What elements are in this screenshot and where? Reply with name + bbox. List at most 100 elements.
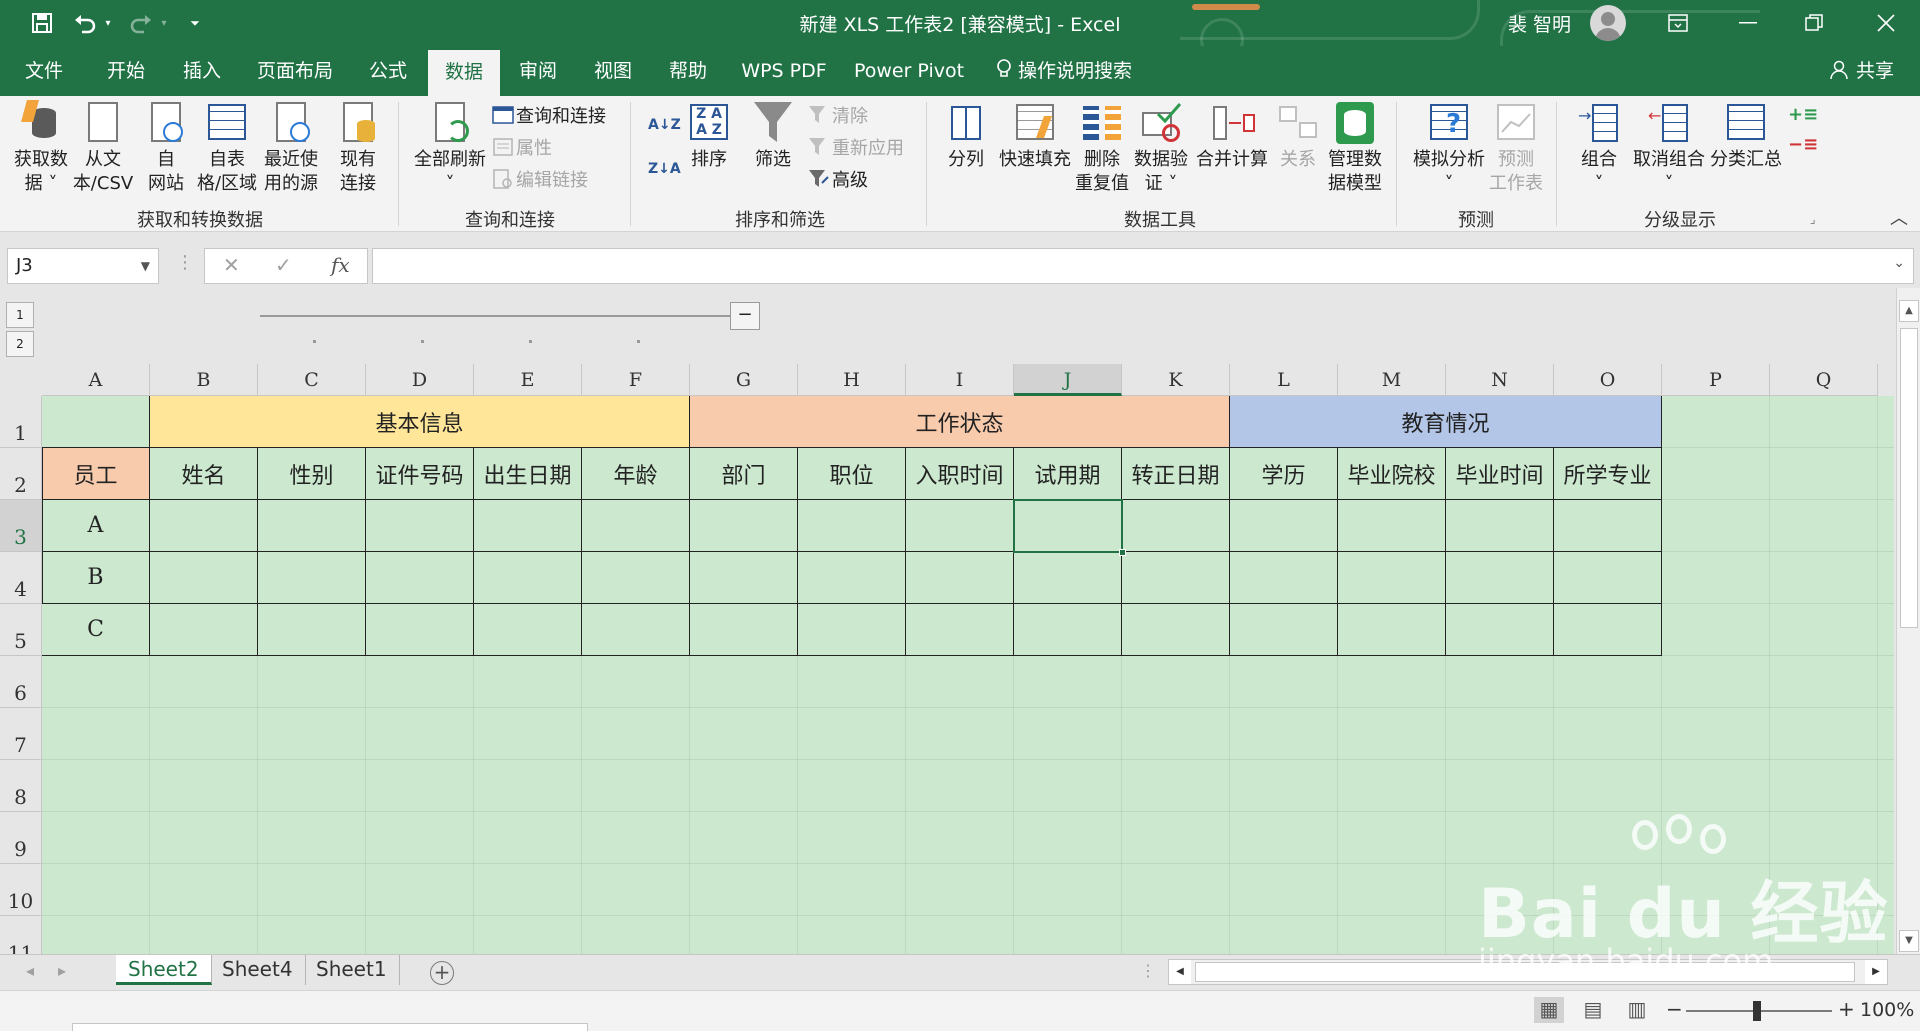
data-cell[interactable] (150, 604, 258, 656)
tab-formulas[interactable]: 公式 (358, 46, 418, 96)
column-header-n[interactable]: N (1446, 364, 1554, 396)
data-cell[interactable] (1554, 500, 1662, 552)
row-header-7[interactable]: 7 (0, 708, 42, 760)
normal-view-icon[interactable]: ▦ (1534, 997, 1564, 1023)
fill-handle[interactable] (1119, 549, 1126, 556)
data-cell[interactable] (1230, 500, 1338, 552)
filter-button[interactable]: 筛选 (748, 100, 798, 172)
scroll-up-icon[interactable]: ▲ (1899, 300, 1919, 322)
restore-button[interactable] (1784, 0, 1844, 46)
sheet-tab[interactable]: Sheet1 (304, 955, 400, 985)
column-header-k[interactable]: K (1122, 364, 1230, 396)
recent-sources-button[interactable]: 最近使 用的源 (258, 100, 324, 196)
data-cell[interactable] (1122, 500, 1230, 552)
merged-header-work-status[interactable]: 工作状态 (690, 396, 1230, 448)
tab-review[interactable]: 审阅 (508, 46, 568, 96)
data-cell[interactable] (1446, 604, 1554, 656)
zoom-in-icon[interactable]: + (1838, 997, 1855, 1021)
row-header-10[interactable]: 10 (0, 864, 42, 916)
tab-file[interactable]: 文件 (14, 46, 74, 96)
existing-connections-button[interactable]: 现有 连接 (328, 100, 388, 196)
share-button[interactable]: 共享 (1830, 46, 1894, 96)
data-cell[interactable] (582, 500, 690, 552)
data-cell[interactable] (366, 500, 474, 552)
text-to-columns-button[interactable]: 分列 (938, 100, 994, 172)
ungroup-button[interactable]: ← 取消组合 ˅ (1628, 100, 1710, 196)
field-header-cell[interactable]: 职位 (798, 448, 906, 500)
employee-cell[interactable]: A (42, 500, 150, 552)
outline-level-1-button[interactable]: 1 (6, 302, 34, 328)
field-header-cell[interactable]: 毕业时间 (1446, 448, 1554, 500)
row-header-8[interactable]: 8 (0, 760, 42, 812)
field-header-cell[interactable]: 学历 (1230, 448, 1338, 500)
data-cell[interactable] (1230, 604, 1338, 656)
employee-cell[interactable]: C (42, 604, 150, 656)
data-cell[interactable] (150, 500, 258, 552)
column-header-h[interactable]: H (798, 364, 906, 396)
column-header-c[interactable]: C (258, 364, 366, 396)
refresh-all-button[interactable]: 全部刷新 ˅ (410, 100, 490, 196)
data-cell[interactable] (1338, 500, 1446, 552)
data-cell[interactable] (474, 604, 582, 656)
data-validation-button[interactable]: 数据验 证 ˅ (1130, 100, 1192, 196)
field-header-cell[interactable]: 性别 (258, 448, 366, 500)
zoom-level[interactable]: 100% (1860, 999, 1914, 1021)
vertical-scroll-thumb[interactable] (1900, 328, 1918, 628)
what-if-analysis-button[interactable]: ? 模拟分析 ˅ (1406, 100, 1492, 196)
column-header-d[interactable]: D (366, 364, 474, 396)
data-cell[interactable] (582, 604, 690, 656)
enter-icon[interactable]: ✓ (275, 253, 292, 277)
data-cell[interactable] (1554, 552, 1662, 604)
tab-power-pivot[interactable]: Power Pivot (852, 46, 966, 96)
avatar[interactable] (1590, 5, 1626, 41)
page-break-preview-icon[interactable]: ▥ (1622, 997, 1652, 1023)
field-header-cell[interactable]: 姓名 (150, 448, 258, 500)
field-header-cell[interactable]: 所学专业 (1554, 448, 1662, 500)
sort-button[interactable]: Z AA Z 排序 (684, 100, 734, 172)
data-cell[interactable] (798, 552, 906, 604)
prev-sheet-icon[interactable]: ◂ (26, 961, 34, 980)
column-header-o[interactable]: O (1554, 364, 1662, 396)
manage-data-model-button[interactable]: 管理数 据模型 (1322, 100, 1388, 196)
cell-grid[interactable]: 基本信息 工作状态 教育情况 员工 姓名 性别 证件号码 出生日期 年龄 部门 职位 入职时间 试用期转… (42, 396, 1894, 954)
data-cell[interactable] (1014, 552, 1122, 604)
column-header-l[interactable]: L (1230, 364, 1338, 396)
sheet-tab[interactable]: Sheet4 (210, 955, 306, 985)
consolidate-button[interactable]: 合并计算 (1194, 100, 1270, 172)
scroll-down-icon[interactable]: ▼ (1899, 930, 1919, 952)
merged-header-education[interactable]: 教育情况 (1230, 396, 1662, 448)
data-cell[interactable] (258, 552, 366, 604)
column-header-a[interactable]: A (42, 364, 150, 396)
outline-level-2-button[interactable]: 2 (6, 331, 34, 357)
active-cell-selection[interactable] (1013, 499, 1126, 556)
data-cell[interactable] (906, 604, 1014, 656)
get-data-button[interactable]: 获取数 据 ˅ (8, 100, 74, 196)
data-cell[interactable] (474, 552, 582, 604)
data-cell[interactable] (690, 500, 798, 552)
merged-header-basic-info[interactable]: 基本信息 (150, 396, 690, 448)
column-header-e[interactable]: E (474, 364, 582, 396)
from-text-csv-button[interactable]: 从文 本/CSV (70, 100, 136, 196)
tab-splitter-icon[interactable]: ⋮ (1140, 961, 1156, 980)
data-cell[interactable] (1338, 604, 1446, 656)
tab-page-layout[interactable]: 页面布局 (250, 46, 340, 96)
field-header-cell[interactable]: 出生日期 (474, 448, 582, 500)
data-cell[interactable] (582, 552, 690, 604)
scroll-left-icon[interactable]: ◀ (1169, 960, 1191, 984)
data-cell[interactable] (906, 552, 1014, 604)
hide-detail-icon[interactable]: −≡ (1788, 130, 1818, 160)
row-header-9[interactable]: 9 (0, 812, 42, 864)
data-cell[interactable] (798, 500, 906, 552)
field-header-cell[interactable]: 年龄 (582, 448, 690, 500)
expand-formula-bar-icon[interactable]: ⌄ (1893, 255, 1905, 271)
row-header-5[interactable]: 5 (0, 604, 42, 656)
from-web-button[interactable]: 自 网站 (138, 100, 194, 196)
column-header-q[interactable]: Q (1770, 364, 1878, 396)
vertical-scrollbar[interactable]: ▲ ▼ (1896, 288, 1920, 954)
data-cell[interactable] (258, 604, 366, 656)
tab-insert[interactable]: 插入 (172, 46, 232, 96)
cell-a1[interactable] (42, 396, 150, 448)
row-header-11[interactable]: 11 (0, 916, 42, 954)
remove-duplicates-button[interactable]: 删除 重复值 (1072, 100, 1132, 196)
data-cell[interactable] (690, 552, 798, 604)
